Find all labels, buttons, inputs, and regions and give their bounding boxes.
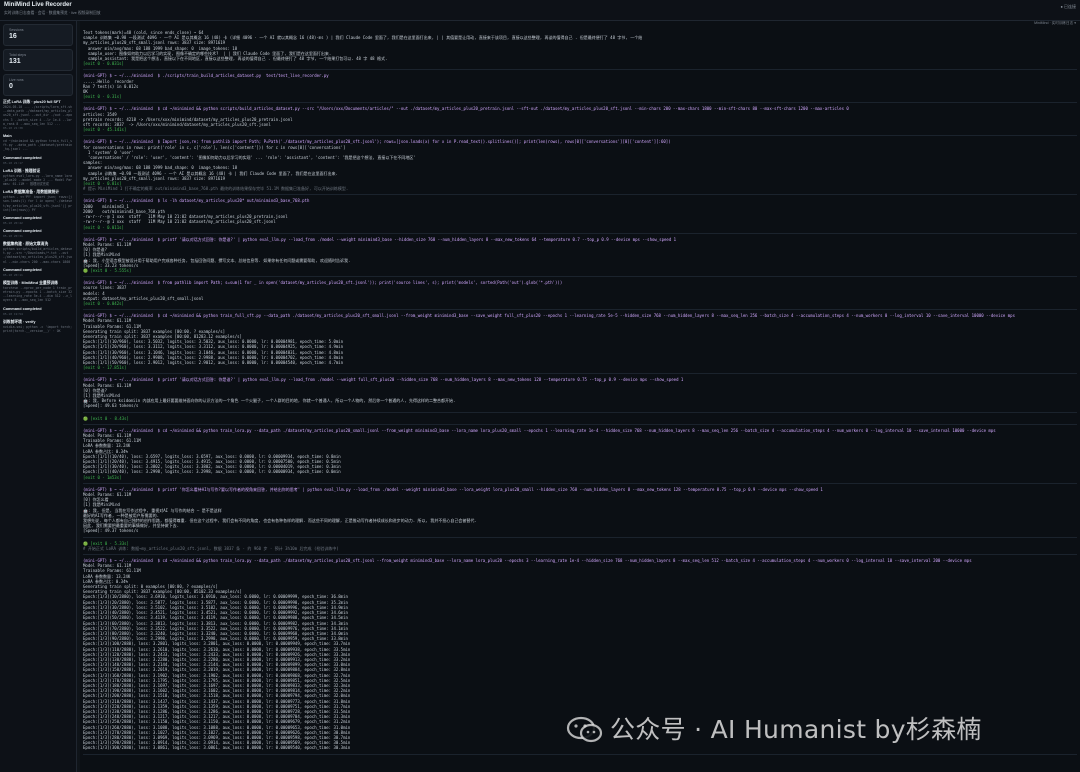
title-bar: MiniMind Live Recorder 实时训练日志查看 · 会话 · 数… xyxy=(0,0,1080,21)
stat-card: Total steps 131 xyxy=(3,49,73,71)
session-command: 2024-05-10 ... ./scripts/lora_sft.sh --d… xyxy=(3,105,73,126)
log-line: [exit 0 · 45.141s] xyxy=(83,127,127,133)
log-block: 🟢 [exit 0 · 5.33s] # 开始正式 LoRA 训练: 数据→my_… xyxy=(83,541,1077,551)
session-item[interactable]: 训练前环境 · verify nvidia-smi; python -c 'imp… xyxy=(3,320,73,333)
block-divider xyxy=(83,276,1077,278)
block-divider xyxy=(83,194,1077,196)
log-block: (mini-GPT) $ ~ ~/.../minimind $ cd ~/min… xyxy=(83,106,1077,132)
terminal-output[interactable]: Text tokens(mark)=48 (cold, since ends_c… xyxy=(80,30,1080,772)
log-line: 🟢 [exit 0 · 8.43s] xyxy=(83,415,129,421)
block-divider xyxy=(83,69,1077,71)
log-block: (mini-GPT) $ ~ ~/.../minimind $ printf '… xyxy=(83,487,1077,534)
log-line: [exit 0 · 1m53s] xyxy=(83,474,122,480)
session-item[interactable]: 数据集构建 · 原始文章清洗 python scripts/build_artic… xyxy=(3,242,73,264)
log-line: [Speed]: 49.37 tokens/s xyxy=(83,528,139,534)
session-command: cd ~/minimind && python train_full_sft.p… xyxy=(3,139,73,152)
connection-status: ● 已连接 xyxy=(1060,4,1076,9)
session-item[interactable]: LoRA 数据集准备 · 用数据做统计 python - <<'PY' impor… xyxy=(3,190,73,212)
block-divider xyxy=(83,309,1077,311)
session-time: 05-10 20:31 xyxy=(3,234,23,239)
sidebar: Sessions 16 Total steps 131 Live runs 0 正式 Lo… xyxy=(0,21,77,772)
session-command: torchrun --nproc_per_node 1 train_pretra… xyxy=(3,285,73,303)
session-time: 05-10 21:17 xyxy=(3,160,23,165)
session-item[interactable]: Command completed 05-10 21:17 xyxy=(3,156,73,165)
log-line: [Speed]: 49.63 tokens/s xyxy=(83,403,139,409)
app-title: MiniMind Live Recorder xyxy=(4,2,72,8)
session-item[interactable]: Command completed 05-10 20:31 xyxy=(3,229,73,238)
session-time: 05-10 20:42 xyxy=(3,221,23,226)
stat-value: 0 xyxy=(9,83,13,90)
stat-value: 131 xyxy=(9,58,21,65)
log-line: (mini-GPT) $ ~ ~/.../minimind $ cd ~/min… xyxy=(83,427,996,433)
app-window: MiniMind Live Recorder 实时训练日志查看 · 会话 · 数… xyxy=(0,0,1080,772)
session-time: 05-10 20:11 xyxy=(3,272,23,277)
block-divider xyxy=(83,753,1077,755)
log-block: (mini-GPT) $ ~ ~/.../minimind $ ls -lh d… xyxy=(83,198,1077,229)
session-command: python scripts/build_articles_dataset.py… xyxy=(3,247,73,264)
log-block: (mini-GPT) $ ~ ~/.../minimind $ cd ~/min… xyxy=(83,558,1077,751)
log-block: (mini-GPT) $ ~ ~/.../minimind $ Import j… xyxy=(83,139,1077,191)
stat-value: 16 xyxy=(9,33,17,40)
block-divider xyxy=(83,536,1077,538)
block-divider xyxy=(83,554,1077,556)
stats-panel: Sessions 16 Total steps 131 Live runs 0 xyxy=(0,24,76,96)
log-line: # 开始正式 LoRA 训练: 数据→my_articles_plus20_sf… xyxy=(83,545,339,551)
session-item[interactable]: Command completed 05-10 20:42 xyxy=(3,216,73,225)
session-time: 05-10 21:38 xyxy=(3,126,23,131)
log-block: (mini-GPT) $ ~ ~/.../minimind $ printf '… xyxy=(83,237,1077,273)
log-block: (mini-GPT) $ ~ ~/.../minimind $ printf '… xyxy=(83,377,1077,408)
log-block: 🟢 [exit 0 · 8.43s] xyxy=(83,416,1077,421)
log-line: # 提示 MiniMind 1 打不确定的概率 out/minimind3_ba… xyxy=(83,186,349,192)
log-line: [exit 0 · 0.011s] xyxy=(83,224,124,230)
log-block: (mini-GPT) $ ~ ~/.../minimind $ from pat… xyxy=(83,280,1077,306)
log-block: (mini-GPT) $ ~ ~/.../minimind $ cd ~/min… xyxy=(83,313,1077,370)
log-line: 🟢 [exit 0 · 5.555s] xyxy=(83,267,132,273)
session-time: 05-10 19:54 xyxy=(3,311,23,316)
session-item[interactable]: 模型训练 · MiniMind 全量预训练 torchrun --nproc_pe… xyxy=(3,281,73,303)
terminal-header[interactable]: MiniMind · 实时训练日志 ▾ xyxy=(1034,21,1076,29)
block-divider xyxy=(83,482,1077,484)
block-divider xyxy=(83,232,1077,234)
session-command: nvidia-smi; python -c 'import torch;prin… xyxy=(3,324,73,333)
log-line: [exit 0 · 0.31s] xyxy=(83,94,122,100)
session-item[interactable]: LoRA 训练 · 推理验证 python eval_lora.py --lora… xyxy=(3,169,73,187)
session-list: 正式 LoRA 训练 · plus20 full SFT 2024-05-10 .… xyxy=(0,100,76,333)
log-line: [exit 0 · 17.851s] xyxy=(83,365,127,371)
stat-card: Live runs 0 xyxy=(3,74,73,96)
log-block: Text tokens(mark)=48 (cold, since ends_c… xyxy=(83,30,1077,66)
session-command: python eval_lora.py --lora_name lora_plu… xyxy=(3,173,73,187)
block-divider xyxy=(83,423,1077,425)
log-line: [exit 0 · 0.042s] xyxy=(83,300,124,306)
terminal-panel: MiniMind · 实时训练日志 ▾ Text tokens(mark)=48… xyxy=(80,21,1080,772)
block-divider xyxy=(83,102,1077,104)
log-line: (mini-GPT) $ ~ ~/.../minimind $ cd ~/min… xyxy=(83,558,972,564)
app-subtitle: 实时训练日志查看 · 会话 · 数据集预览 · live 视频录制回放 xyxy=(4,11,101,15)
stat-card: Sessions 16 xyxy=(3,24,73,46)
session-item[interactable]: Main cd ~/minimind && python train_full_s… xyxy=(3,134,73,152)
block-divider xyxy=(83,135,1077,137)
session-item[interactable]: 正式 LoRA 训练 · plus20 full SFT 2024-05-10 .… xyxy=(3,100,73,130)
session-command: python - <<'PY' import json; rows=[json.… xyxy=(3,195,73,212)
session-item[interactable]: Command completed 05-10 20:11 xyxy=(3,268,73,277)
session-item[interactable]: Command completed 05-10 19:54 xyxy=(3,307,73,316)
log-block: (mini-GPT) $ ~ ~/.../minimind $ cd ~/min… xyxy=(83,428,1077,480)
log-line: (mini-GPT) $ ~ ~/.../minimind $ cd ~/min… xyxy=(83,313,1015,319)
log-line: [exit 0 · 0.031s] xyxy=(83,61,124,67)
block-divider xyxy=(83,373,1077,375)
log-block: (mini-GPT) $ ~ ~/.../minimind $ ./script… xyxy=(83,73,1077,99)
block-divider xyxy=(83,411,1077,413)
log-line: Epoch:[1/3](300/2880), loss: 3.0861, log… xyxy=(83,745,351,751)
